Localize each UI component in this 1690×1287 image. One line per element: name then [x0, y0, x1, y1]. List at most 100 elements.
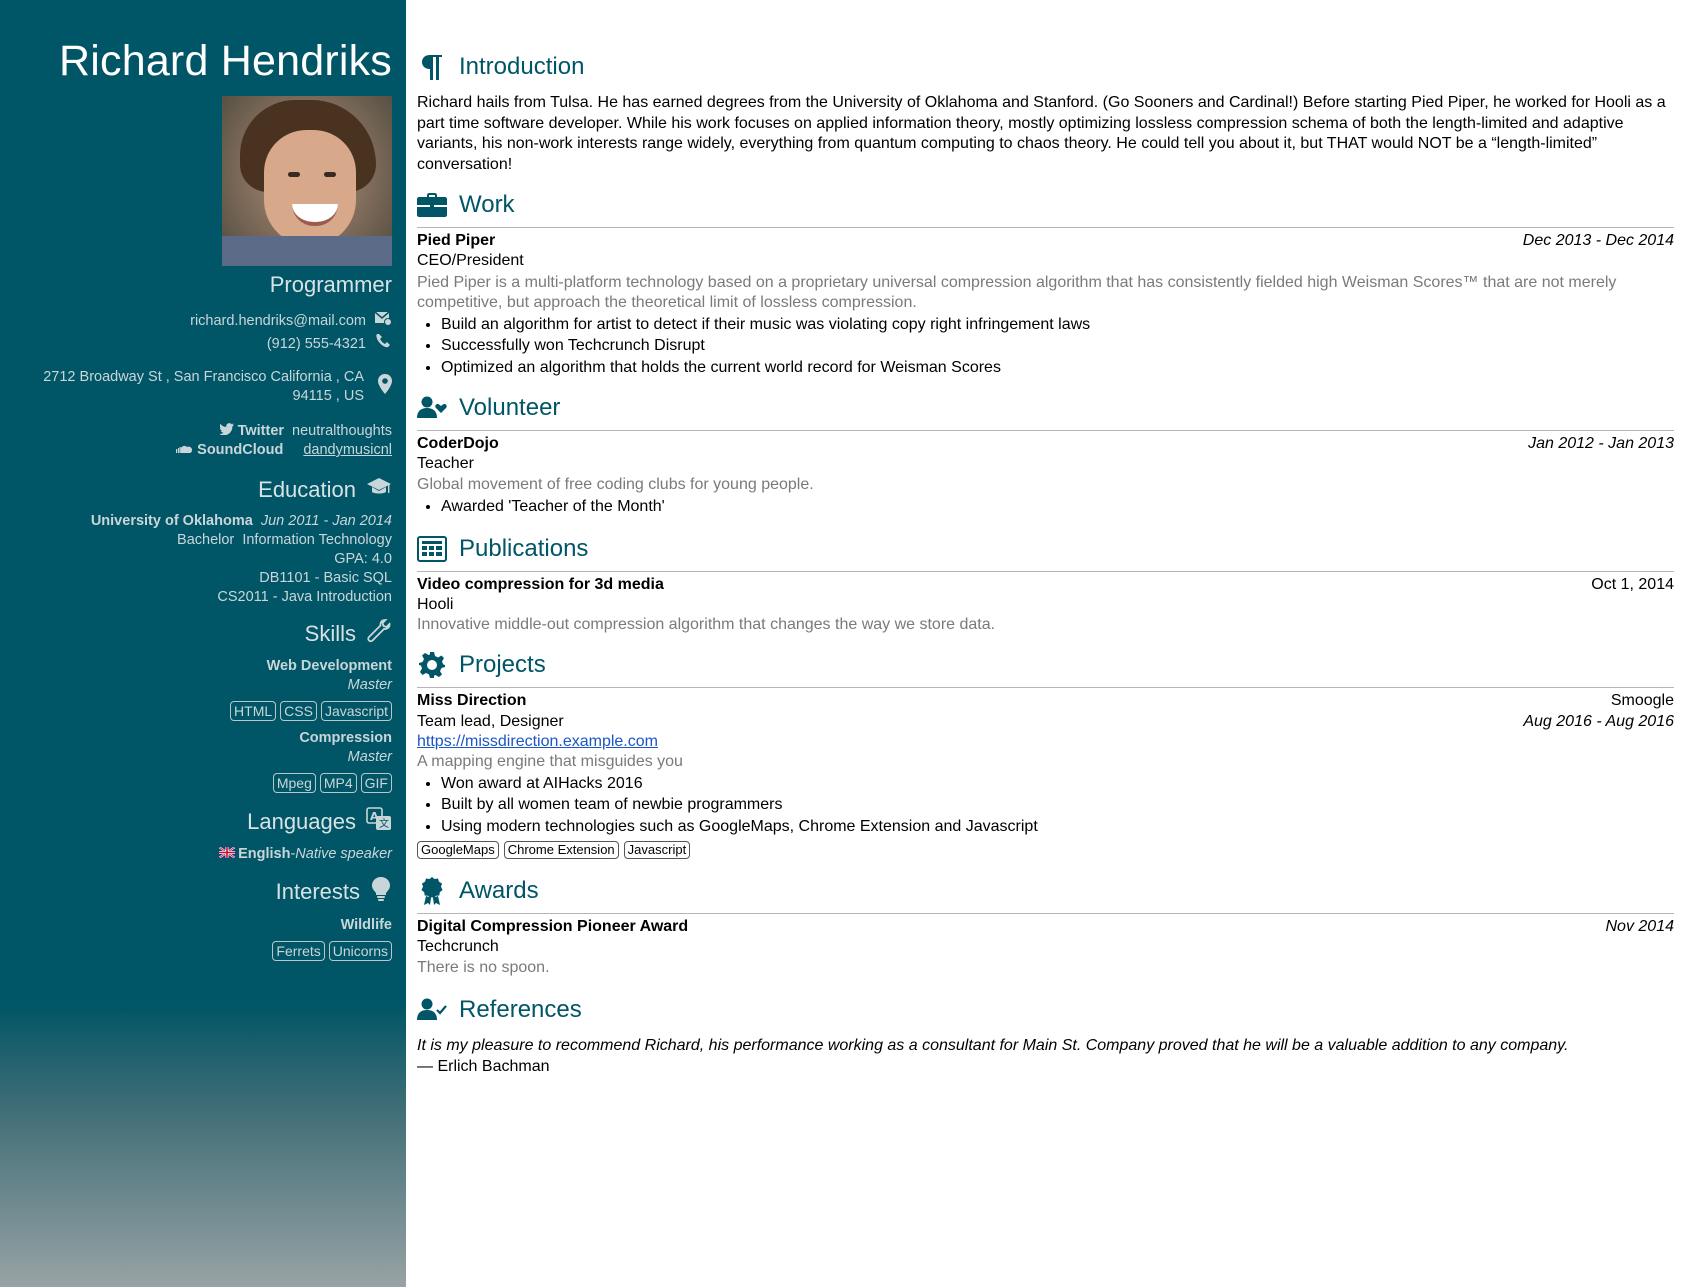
volunteer-highlights: Awarded 'Teacher of the Month': [417, 496, 1674, 518]
awards-heading: Awards: [417, 875, 1674, 907]
interest-name: Wildlife: [340, 917, 392, 933]
education-dates: Jun 2011 - Jan 2014: [260, 513, 392, 529]
phone-text[interactable]: (912) 555-4321: [267, 335, 366, 354]
address-line-2: 94115 , US: [292, 388, 364, 404]
volunteer-heading: Volunteer: [417, 392, 1674, 424]
list-item: Build an algorithm for artist to detect …: [441, 314, 1674, 336]
interests-heading: Interests: [10, 876, 392, 908]
study-area: Information Technology: [242, 532, 392, 548]
work-position: CEO/President: [417, 252, 524, 269]
main-content: Introduction Richard hails from Tulsa. H…: [417, 0, 1674, 1077]
address-row: 2712 Broadway St , San Francisco Califor…: [10, 368, 392, 406]
skill-level: Master: [347, 749, 392, 765]
user-check-icon: [417, 995, 447, 1025]
avatar: [222, 96, 392, 266]
language-name: English: [238, 846, 291, 862]
skill-keywords: HTML CSS Javascript: [10, 701, 392, 721]
reference-author: — Erlich Bachman: [417, 1057, 550, 1075]
skill-name: Compression: [299, 730, 392, 746]
keyword-tag: HTML: [230, 701, 277, 721]
project-keywords: GoogleMaps Chrome Extension Javascript: [417, 841, 1674, 859]
skills-heading-text: Skills: [304, 621, 356, 646]
divider: [417, 430, 1674, 431]
keyword-tag: CSS: [280, 701, 317, 721]
soundcloud-icon: [175, 441, 193, 460]
list-item: Using modern technologies such as Google…: [441, 816, 1674, 838]
project-description: A mapping engine that misguides you: [417, 753, 683, 770]
education-heading-text: Education: [258, 477, 356, 502]
award-title: Digital Compression Pioneer Award: [417, 918, 689, 935]
lightbulb-icon: [370, 876, 392, 908]
divider: [417, 570, 1674, 572]
profiles: Twitter neutralthoughts SoundCloud dandy…: [10, 422, 392, 460]
award-date: Nov 2014: [1605, 918, 1675, 935]
project-url-link[interactable]: https://missdirection.example.com: [417, 733, 658, 750]
skill-level: Master: [347, 677, 392, 693]
publications-heading: Publications: [417, 533, 1674, 565]
volunteer-organization: CoderDojo: [417, 435, 499, 452]
soundcloud-username[interactable]: dandymusicnl: [303, 441, 392, 460]
publication-publisher: Hooli: [417, 595, 454, 613]
publication-name: Video compression for 3d media: [417, 575, 664, 593]
project-entity: Smoogle: [1610, 691, 1674, 709]
translate-icon: A文: [366, 807, 392, 837]
interest-keywords: Ferrets Unicorns: [10, 941, 392, 961]
references-heading: References: [417, 994, 1674, 1026]
project-roles: Team lead, Designer: [417, 712, 564, 730]
phone-row[interactable]: (912) 555-4321: [10, 332, 392, 356]
award-awarder: Techcrunch: [417, 938, 499, 955]
work-heading-text: Work: [459, 191, 515, 218]
email-text[interactable]: richard.hendriks@mail.com: [190, 312, 366, 331]
svg-text:文: 文: [379, 817, 389, 830]
work-summary: Pied Piper is a multi-platform technolog…: [417, 273, 1617, 312]
newspaper-icon: [417, 534, 447, 564]
briefcase-icon: [417, 190, 447, 220]
project-url-row: https://missdirection.example.com: [417, 732, 1674, 753]
wrench-icon: [366, 619, 392, 649]
contact-block: richard.hendriks@mail.com (912) 555-4321: [10, 310, 392, 356]
divider: [417, 227, 1674, 228]
list-item: Successfully won Techcrunch Disrupt: [441, 335, 1674, 357]
interest-item: Wildlife Ferrets Unicorns: [10, 916, 392, 961]
uk-flag-icon: [218, 845, 236, 864]
work-entry-header: Pied Piper Dec 2013 - Dec 2014: [417, 230, 1674, 251]
phone-icon: [374, 332, 392, 356]
introduction-text: Richard hails from Tulsa. He has earned …: [417, 94, 1666, 173]
sidebar: Richard Hendriks Programmer richard.hend…: [0, 0, 406, 1287]
skills-heading: Skills: [10, 619, 392, 649]
profile-twitter[interactable]: Twitter neutralthoughts: [10, 422, 392, 441]
resume-name: Richard Hendriks: [59, 37, 392, 85]
work-company: Pied Piper: [417, 232, 496, 249]
graduation-cap-icon: [366, 476, 392, 504]
award-icon: [417, 876, 447, 906]
email-row[interactable]: richard.hendriks@mail.com: [10, 310, 392, 332]
keyword-tag: Javascript: [320, 701, 392, 721]
skill-item: Compression Master Mpeg MP4 GIF: [10, 729, 392, 793]
project-roles-row: Team lead, Designer Aug 2016 - Aug 2016: [417, 711, 1674, 732]
work-dates: Dec 2013 - Dec 2014: [1522, 232, 1674, 249]
languages-heading: Languages A文: [10, 807, 392, 837]
project-dates: Aug 2016 - Aug 2016: [1523, 712, 1674, 730]
profile-soundcloud[interactable]: SoundCloud dandymusicnl: [10, 441, 392, 460]
keyword-tag: Javascript: [623, 841, 691, 859]
introduction-heading-text: Introduction: [459, 53, 585, 80]
keyword-tag: Chrome Extension: [503, 841, 619, 859]
volunteer-position: Teacher: [417, 455, 474, 472]
map-marker-icon: [378, 374, 392, 400]
user-heart-icon: [417, 393, 447, 423]
list-item: Built by all women team of newbie progra…: [441, 794, 1674, 816]
education-heading: Education: [10, 476, 392, 504]
volunteer-heading-text: Volunteer: [459, 394, 561, 421]
list-item: Optimized an algorithm that holds the cu…: [441, 357, 1674, 379]
divider: [417, 686, 1674, 688]
twitter-username[interactable]: neutralthoughts: [292, 422, 392, 441]
twitter-icon: [218, 422, 234, 441]
institution: University of Oklahoma: [90, 513, 253, 529]
project-entry-header: Miss Direction Smoogle: [417, 690, 1674, 711]
list-item: Won award at AIHacks 2016: [441, 773, 1674, 795]
volunteer-dates: Jan 2012 - Jan 2013: [1528, 435, 1674, 452]
skill-keywords: Mpeg MP4 GIF: [10, 773, 392, 793]
skill-item: Web Development Master HTML CSS Javascri…: [10, 657, 392, 721]
volunteer-entry-header: CoderDojo Jan 2012 - Jan 2013: [417, 433, 1674, 454]
project-name: Miss Direction: [417, 691, 527, 709]
